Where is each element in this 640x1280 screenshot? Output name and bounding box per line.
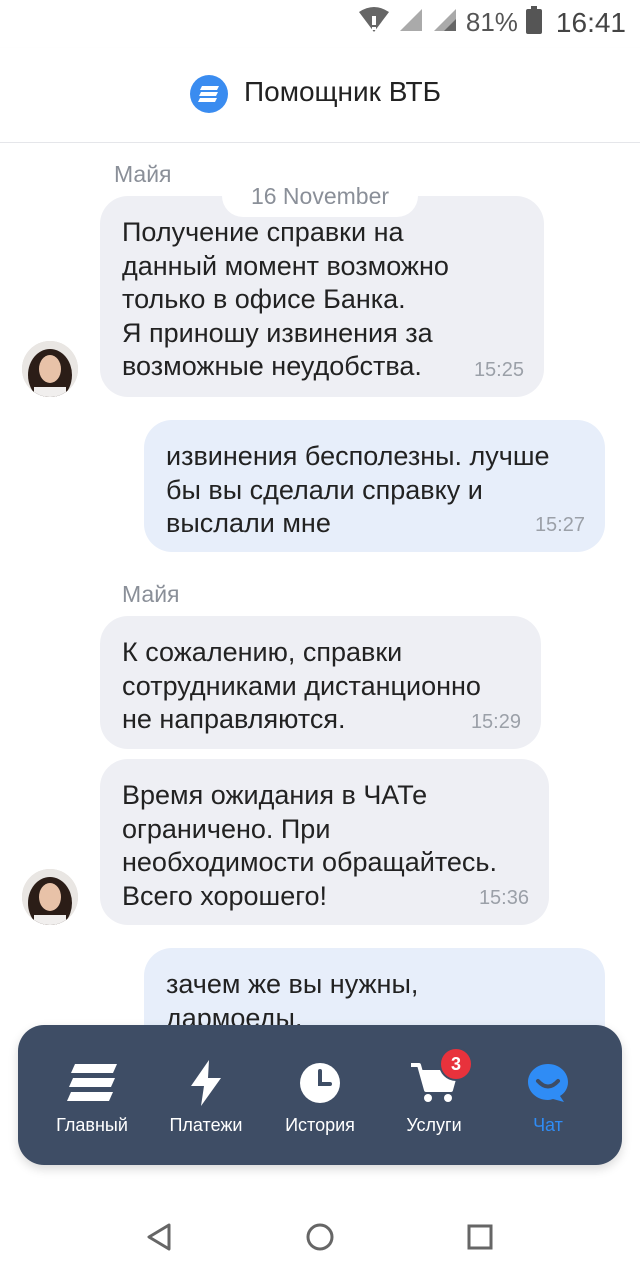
page-title: Помощник ВТБ [244, 76, 441, 107]
home-icon[interactable] [300, 1217, 340, 1257]
nav-item-chat[interactable]: Чат [491, 1025, 605, 1165]
message-time: 15:27 [534, 513, 585, 536]
clock-icon [299, 1061, 341, 1105]
cart-badge: 3 [439, 1047, 473, 1081]
wifi-icon [358, 6, 390, 39]
battery-icon [525, 6, 542, 39]
menu-lines-icon [67, 1061, 117, 1105]
signal-icon-2 [432, 7, 458, 38]
avatar [22, 869, 78, 925]
chat-bubble-icon [526, 1061, 570, 1105]
message-time: 15:25 [473, 358, 524, 381]
message-time: 15:29 [470, 710, 521, 733]
nav-item-main[interactable]: Главный [35, 1025, 149, 1165]
sender-name: Майя [122, 581, 180, 607]
back-icon[interactable] [140, 1217, 180, 1257]
message-text: извинения бесполезны. лучше бы вы сделал… [166, 441, 550, 538]
nav-item-history[interactable]: История [263, 1025, 377, 1165]
system-nav-bar [0, 1195, 640, 1280]
nav-label: История [285, 1115, 355, 1135]
nav-item-services[interactable]: 3 Услуги [377, 1025, 491, 1165]
nav-label: Платежи [169, 1115, 243, 1135]
signal-icon-1 [398, 7, 424, 38]
message-time: 15:36 [478, 886, 529, 909]
nav-label: Главный [56, 1115, 128, 1135]
message-text: Получение справки на данный момент возмо… [122, 217, 449, 381]
avatar [22, 341, 78, 397]
message-bubble-outgoing[interactable]: извинения бесполезны. лучше бы вы сделал… [144, 420, 605, 552]
battery-percent: 81% [465, 7, 518, 37]
clock-time: 16:41 [555, 6, 626, 38]
message-bubble-incoming[interactable]: Время ожидания в ЧАТе ограничено. При не… [100, 759, 549, 925]
message-bubble-incoming[interactable]: Получение справки на данный момент возмо… [100, 196, 544, 397]
app-header: Помощник ВТБ [0, 48, 640, 143]
message-text: Время ожидания в ЧАТе ограничено. При не… [122, 780, 497, 911]
date-separator: 16 November [222, 175, 418, 217]
bottom-nav: Главный Платежи История 3 Услуги Чат [18, 1025, 622, 1165]
message-text: К сожалению, справки сотрудниками дистан… [122, 637, 481, 734]
nav-label: Чат [533, 1115, 563, 1135]
nav-label: Услуги [406, 1115, 462, 1135]
lightning-icon [189, 1060, 223, 1106]
message-bubble-incoming[interactable]: К сожалению, справки сотрудниками дистан… [100, 616, 541, 749]
status-bar: 81% 16:41 [0, 0, 640, 48]
cart-icon: 3 [411, 1047, 473, 1105]
vtb-logo-icon [190, 75, 228, 113]
sender-name: Майя [114, 161, 172, 187]
recents-icon[interactable] [460, 1217, 500, 1257]
nav-item-payments[interactable]: Платежи [149, 1025, 263, 1165]
